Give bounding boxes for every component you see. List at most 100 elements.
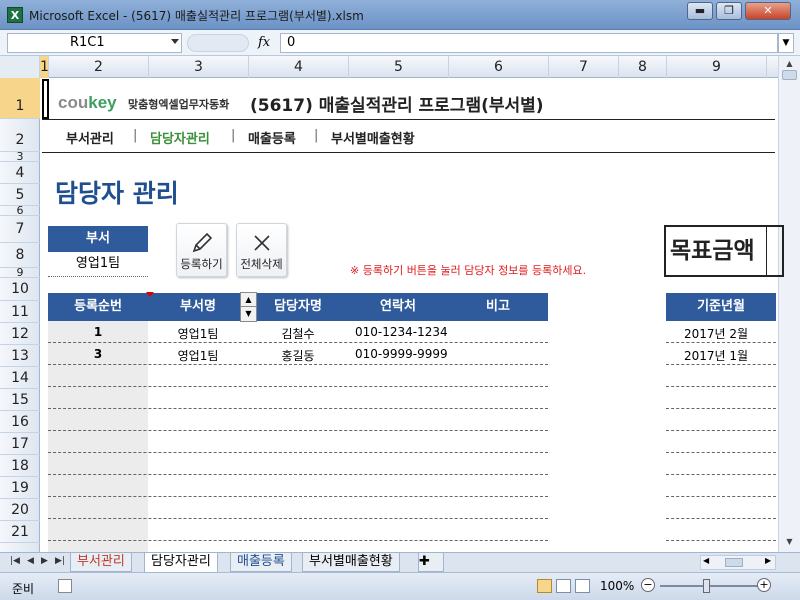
tab-dept-sales[interactable]: 부서별매출현황 [302,553,400,572]
row-header[interactable]: 16 [0,411,40,433]
cell-name[interactable]: 홍길동 [248,347,348,364]
cell-dept[interactable]: 영업1팀 [148,347,248,364]
row-header[interactable]: 8 [0,243,40,268]
scroll-up-icon[interactable]: ▲ [782,56,797,71]
cell-name[interactable]: 김철수 [248,325,348,342]
cell-seq[interactable]: 1 [48,325,148,339]
row-header[interactable]: 11 [0,301,40,323]
page-layout-view-icon[interactable] [556,579,571,593]
row-header[interactable]: 17 [0,433,40,455]
register-button[interactable]: 등록하기 [176,223,227,277]
row-divider [666,452,776,453]
tab-dept[interactable]: 부서관리 [70,553,132,572]
column-header[interactable]: 2 [49,56,149,78]
row-header[interactable]: 2 [0,119,40,152]
spin-down-icon[interactable]: ▼ [241,307,256,321]
column-header[interactable]: 5 [349,56,449,78]
name-box[interactable]: R1C1 [7,33,182,53]
column-title-seq: 등록순번 [74,299,122,314]
zoom-in-icon[interactable]: + [757,578,771,592]
select-all-corner[interactable] [0,56,40,78]
pencil-icon [177,230,226,256]
column-header[interactable]: 1 [40,56,49,78]
row-header[interactable]: 5 [0,184,40,206]
close-icon: ✕ [763,4,773,17]
scroll-right-icon[interactable]: ▶ [765,556,771,565]
restore-button[interactable]: ❐ [716,2,742,20]
tab-staff[interactable]: 담당자관리 [144,553,218,573]
scrollbar-thumb[interactable] [782,70,797,80]
column-title-phone: 연락처 [380,299,416,314]
cell-phone[interactable]: 010-9999-9999 [355,347,448,361]
notice-text: ※ 등록하기 버튼을 눌러 담당자 정보를 등록하세요. [350,264,587,277]
prev-sheet-icon[interactable]: ◀ [27,556,34,566]
column-headers: 1 2 3 4 5 6 7 8 9 [0,56,778,78]
comment-indicator [146,292,154,297]
normal-view-icon[interactable] [537,579,552,593]
column-header[interactable]: 8 [619,56,667,78]
row-header[interactable]: 3 [0,151,40,162]
worksheet[interactable]: 1 2 3 4 5 6 7 8 9 1 2 3 4 5 6 7 8 9 10 1… [0,56,800,552]
cell-base-month[interactable]: 2017년 1월 [684,347,748,364]
row-header[interactable]: 4 [0,162,40,184]
row-header[interactable]: 12 [0,323,40,345]
last-sheet-icon[interactable]: ▶| [55,556,65,566]
row-divider [666,518,776,519]
nav-item-dept[interactable]: 부서관리 [66,128,114,147]
column-header[interactable]: 3 [149,56,249,78]
row-header[interactable]: 21 [0,521,40,543]
delete-all-button-label: 전체삭제 [240,257,283,271]
column-header[interactable]: 7 [549,56,619,78]
insert-function-icon[interactable]: fx [258,35,270,50]
zoom-out-icon[interactable]: − [641,578,655,592]
cell-dept[interactable]: 영업1팀 [148,325,248,342]
row-divider [48,342,548,343]
zoom-level[interactable]: 100% [600,579,634,593]
delete-all-button[interactable]: 전체삭제 [236,223,287,277]
sort-spinner[interactable]: ▲ ▼ [240,292,257,322]
column-header[interactable]: 6 [449,56,549,78]
expand-formula-bar-button[interactable]: ▼ [778,33,794,53]
nav-item-sales-entry[interactable]: 매출등록 [248,128,296,147]
chevron-down-icon[interactable] [171,39,179,44]
row-header[interactable]: 9 [0,267,40,278]
close-button[interactable]: ✕ [745,2,791,20]
page-break-view-icon[interactable] [575,579,590,593]
nav-item-staff[interactable]: 담당자관리 [150,128,210,147]
row-header[interactable]: 19 [0,477,40,499]
column-header[interactable]: 4 [249,56,349,78]
first-sheet-icon[interactable]: |◀ [10,556,20,566]
row-header[interactable]: 1 [0,78,40,119]
formula-input[interactable]: 0 [280,33,778,53]
formula-bar-grip[interactable] [187,34,249,52]
scroll-down-icon[interactable]: ▼ [782,534,797,549]
dept-select[interactable]: 영업1팀 [48,253,148,277]
cell-phone[interactable]: 010-1234-1234 [355,325,448,339]
status-bar: 준비 100% − + [0,572,800,600]
scroll-left-icon[interactable]: ◀ [703,556,709,565]
excel-app-icon: X [7,7,23,23]
minimize-button[interactable]: ▬ [687,2,713,20]
row-header[interactable]: 7 [0,216,40,243]
nav-item-dept-sales[interactable]: 부서별매출현황 [331,128,415,147]
column-header[interactable]: 9 [667,56,767,78]
macro-record-icon[interactable] [58,579,72,593]
row-header[interactable]: 20 [0,499,40,521]
new-sheet-icon[interactable]: ✚ [418,553,444,572]
hscroll-thumb[interactable] [725,558,743,567]
horizontal-scrollbar[interactable]: ◀ ▶ [700,555,776,570]
row-header[interactable]: 13 [0,345,40,367]
row-header[interactable]: 14 [0,367,40,389]
cell-seq[interactable]: 3 [48,347,148,361]
coukey-logo: coukey [58,93,117,112]
vertical-scrollbar[interactable]: ▲ ▼ [778,56,800,552]
spin-up-icon[interactable]: ▲ [241,293,256,307]
tab-sales-entry[interactable]: 매출등록 [230,553,292,572]
row-header[interactable]: 18 [0,455,40,477]
cell-base-month[interactable]: 2017년 2월 [684,325,748,342]
row-header[interactable]: 15 [0,389,40,411]
zoom-slider-thumb[interactable] [703,579,710,593]
row-header[interactable]: 10 [0,278,40,301]
next-sheet-icon[interactable]: ▶ [41,556,48,566]
row-header[interactable]: 6 [0,205,40,216]
